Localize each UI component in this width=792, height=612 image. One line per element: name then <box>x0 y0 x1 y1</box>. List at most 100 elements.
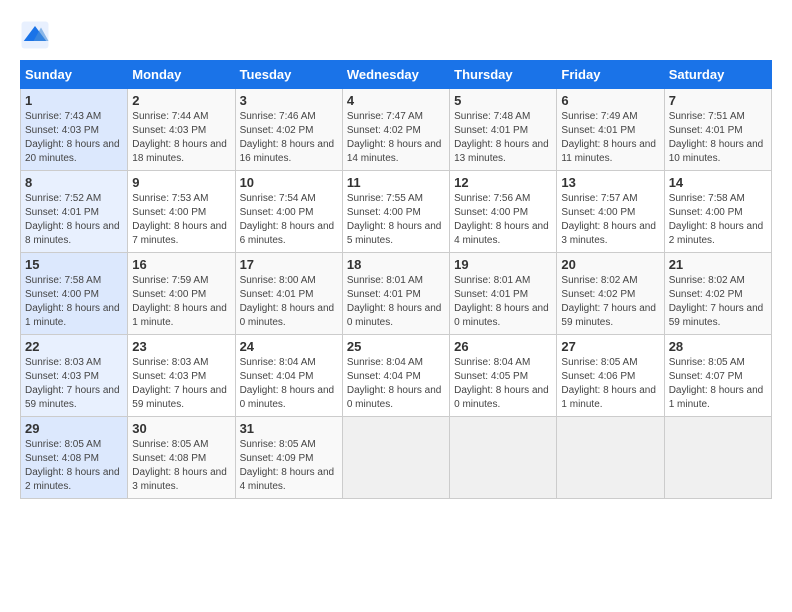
day-number: 15 <box>25 257 123 272</box>
calendar-cell: 19 Sunrise: 8:01 AM Sunset: 4:01 PM Dayl… <box>450 253 557 335</box>
day-info: Sunrise: 7:58 AM Sunset: 4:00 PM Dayligh… <box>25 274 123 330</box>
calendar-cell: 3 Sunrise: 7:46 AM Sunset: 4:02 PM Dayli… <box>235 89 342 171</box>
calendar-cell: 9 Sunrise: 7:53 AM Sunset: 4:00 PM Dayli… <box>128 171 235 253</box>
daylight-label: Daylight: 8 hours and 1 minute. <box>132 303 227 328</box>
calendar-cell: 30 Sunrise: 8:05 AM Sunset: 4:08 PM Dayl… <box>128 417 235 499</box>
calendar-cell: 22 Sunrise: 8:03 AM Sunset: 4:03 PM Dayl… <box>21 335 128 417</box>
day-number: 12 <box>454 175 552 190</box>
day-number: 29 <box>25 421 123 436</box>
calendar-cell: 27 Sunrise: 8:05 AM Sunset: 4:06 PM Dayl… <box>557 335 664 417</box>
sunrise-label: Sunrise: 7:57 AM <box>561 193 637 204</box>
sunset-label: Sunset: 4:01 PM <box>240 289 314 300</box>
day-number: 26 <box>454 339 552 354</box>
daylight-label: Daylight: 8 hours and 4 minutes. <box>454 221 549 246</box>
sunset-label: Sunset: 4:01 PM <box>669 125 743 136</box>
calendar-cell: 24 Sunrise: 8:04 AM Sunset: 4:04 PM Dayl… <box>235 335 342 417</box>
daylight-label: Daylight: 8 hours and 0 minutes. <box>240 303 335 328</box>
day-number: 7 <box>669 93 767 108</box>
calendar-cell: 6 Sunrise: 7:49 AM Sunset: 4:01 PM Dayli… <box>557 89 664 171</box>
sunrise-label: Sunrise: 8:02 AM <box>669 275 745 286</box>
week-row-5: 29 Sunrise: 8:05 AM Sunset: 4:08 PM Dayl… <box>21 417 772 499</box>
calendar-cell: 29 Sunrise: 8:05 AM Sunset: 4:08 PM Dayl… <box>21 417 128 499</box>
calendar-cell: 5 Sunrise: 7:48 AM Sunset: 4:01 PM Dayli… <box>450 89 557 171</box>
sunset-label: Sunset: 4:06 PM <box>561 371 635 382</box>
day-number: 8 <box>25 175 123 190</box>
day-number: 23 <box>132 339 230 354</box>
sunrise-label: Sunrise: 8:05 AM <box>561 357 637 368</box>
day-info: Sunrise: 7:44 AM Sunset: 4:03 PM Dayligh… <box>132 110 230 166</box>
day-info: Sunrise: 8:05 AM Sunset: 4:06 PM Dayligh… <box>561 356 659 412</box>
sunrise-label: Sunrise: 7:59 AM <box>132 275 208 286</box>
sunset-label: Sunset: 4:03 PM <box>25 125 99 136</box>
day-number: 18 <box>347 257 445 272</box>
sunrise-label: Sunrise: 8:05 AM <box>132 439 208 450</box>
calendar-table: SundayMondayTuesdayWednesdayThursdayFrid… <box>20 60 772 499</box>
sunset-label: Sunset: 4:03 PM <box>132 125 206 136</box>
sunrise-label: Sunrise: 8:04 AM <box>454 357 530 368</box>
sunset-label: Sunset: 4:00 PM <box>132 207 206 218</box>
sunrise-label: Sunrise: 7:53 AM <box>132 193 208 204</box>
sunset-label: Sunset: 4:04 PM <box>240 371 314 382</box>
day-info: Sunrise: 7:51 AM Sunset: 4:01 PM Dayligh… <box>669 110 767 166</box>
calendar-cell: 17 Sunrise: 8:00 AM Sunset: 4:01 PM Dayl… <box>235 253 342 335</box>
day-info: Sunrise: 8:01 AM Sunset: 4:01 PM Dayligh… <box>454 274 552 330</box>
week-row-2: 8 Sunrise: 7:52 AM Sunset: 4:01 PM Dayli… <box>21 171 772 253</box>
day-info: Sunrise: 7:52 AM Sunset: 4:01 PM Dayligh… <box>25 192 123 248</box>
day-number: 21 <box>669 257 767 272</box>
sunrise-label: Sunrise: 7:48 AM <box>454 111 530 122</box>
calendar-cell: 14 Sunrise: 7:58 AM Sunset: 4:00 PM Dayl… <box>664 171 771 253</box>
daylight-label: Daylight: 8 hours and 14 minutes. <box>347 139 442 164</box>
calendar-cell <box>664 417 771 499</box>
sunrise-label: Sunrise: 8:05 AM <box>240 439 316 450</box>
weekday-header-tuesday: Tuesday <box>235 61 342 89</box>
weekday-header-wednesday: Wednesday <box>342 61 449 89</box>
calendar-cell: 28 Sunrise: 8:05 AM Sunset: 4:07 PM Dayl… <box>664 335 771 417</box>
day-info: Sunrise: 7:53 AM Sunset: 4:00 PM Dayligh… <box>132 192 230 248</box>
calendar-cell: 25 Sunrise: 8:04 AM Sunset: 4:04 PM Dayl… <box>342 335 449 417</box>
sunset-label: Sunset: 4:00 PM <box>454 207 528 218</box>
day-number: 2 <box>132 93 230 108</box>
sunrise-label: Sunrise: 7:51 AM <box>669 111 745 122</box>
calendar-cell <box>450 417 557 499</box>
sunset-label: Sunset: 4:04 PM <box>347 371 421 382</box>
sunset-label: Sunset: 4:01 PM <box>561 125 635 136</box>
sunrise-label: Sunrise: 8:01 AM <box>347 275 423 286</box>
sunrise-label: Sunrise: 8:03 AM <box>132 357 208 368</box>
calendar-cell: 4 Sunrise: 7:47 AM Sunset: 4:02 PM Dayli… <box>342 89 449 171</box>
sunrise-label: Sunrise: 7:49 AM <box>561 111 637 122</box>
daylight-label: Daylight: 8 hours and 0 minutes. <box>240 385 335 410</box>
sunset-label: Sunset: 4:00 PM <box>561 207 635 218</box>
daylight-label: Daylight: 8 hours and 6 minutes. <box>240 221 335 246</box>
sunset-label: Sunset: 4:08 PM <box>25 453 99 464</box>
calendar-cell: 12 Sunrise: 7:56 AM Sunset: 4:00 PM Dayl… <box>450 171 557 253</box>
weekday-header-thursday: Thursday <box>450 61 557 89</box>
sunset-label: Sunset: 4:09 PM <box>240 453 314 464</box>
day-info: Sunrise: 7:59 AM Sunset: 4:00 PM Dayligh… <box>132 274 230 330</box>
day-info: Sunrise: 7:47 AM Sunset: 4:02 PM Dayligh… <box>347 110 445 166</box>
sunrise-label: Sunrise: 7:55 AM <box>347 193 423 204</box>
day-info: Sunrise: 8:05 AM Sunset: 4:08 PM Dayligh… <box>25 438 123 494</box>
daylight-label: Daylight: 8 hours and 1 minute. <box>561 385 656 410</box>
sunrise-label: Sunrise: 8:02 AM <box>561 275 637 286</box>
calendar-cell: 8 Sunrise: 7:52 AM Sunset: 4:01 PM Dayli… <box>21 171 128 253</box>
logo <box>20 20 54 50</box>
daylight-label: Daylight: 8 hours and 3 minutes. <box>132 467 227 492</box>
weekday-header-row: SundayMondayTuesdayWednesdayThursdayFrid… <box>21 61 772 89</box>
day-info: Sunrise: 7:49 AM Sunset: 4:01 PM Dayligh… <box>561 110 659 166</box>
sunrise-label: Sunrise: 8:05 AM <box>669 357 745 368</box>
day-info: Sunrise: 7:58 AM Sunset: 4:00 PM Dayligh… <box>669 192 767 248</box>
daylight-label: Daylight: 7 hours and 59 minutes. <box>669 303 764 328</box>
daylight-label: Daylight: 8 hours and 0 minutes. <box>454 385 549 410</box>
calendar-cell <box>342 417 449 499</box>
calendar-cell: 13 Sunrise: 7:57 AM Sunset: 4:00 PM Dayl… <box>557 171 664 253</box>
daylight-label: Daylight: 7 hours and 59 minutes. <box>132 385 227 410</box>
day-info: Sunrise: 7:46 AM Sunset: 4:02 PM Dayligh… <box>240 110 338 166</box>
sunset-label: Sunset: 4:08 PM <box>132 453 206 464</box>
calendar-cell: 2 Sunrise: 7:44 AM Sunset: 4:03 PM Dayli… <box>128 89 235 171</box>
daylight-label: Daylight: 8 hours and 8 minutes. <box>25 221 120 246</box>
sunrise-label: Sunrise: 7:58 AM <box>669 193 745 204</box>
calendar-cell: 1 Sunrise: 7:43 AM Sunset: 4:03 PM Dayli… <box>21 89 128 171</box>
day-info: Sunrise: 7:54 AM Sunset: 4:00 PM Dayligh… <box>240 192 338 248</box>
daylight-label: Daylight: 8 hours and 3 minutes. <box>561 221 656 246</box>
calendar-cell: 21 Sunrise: 8:02 AM Sunset: 4:02 PM Dayl… <box>664 253 771 335</box>
